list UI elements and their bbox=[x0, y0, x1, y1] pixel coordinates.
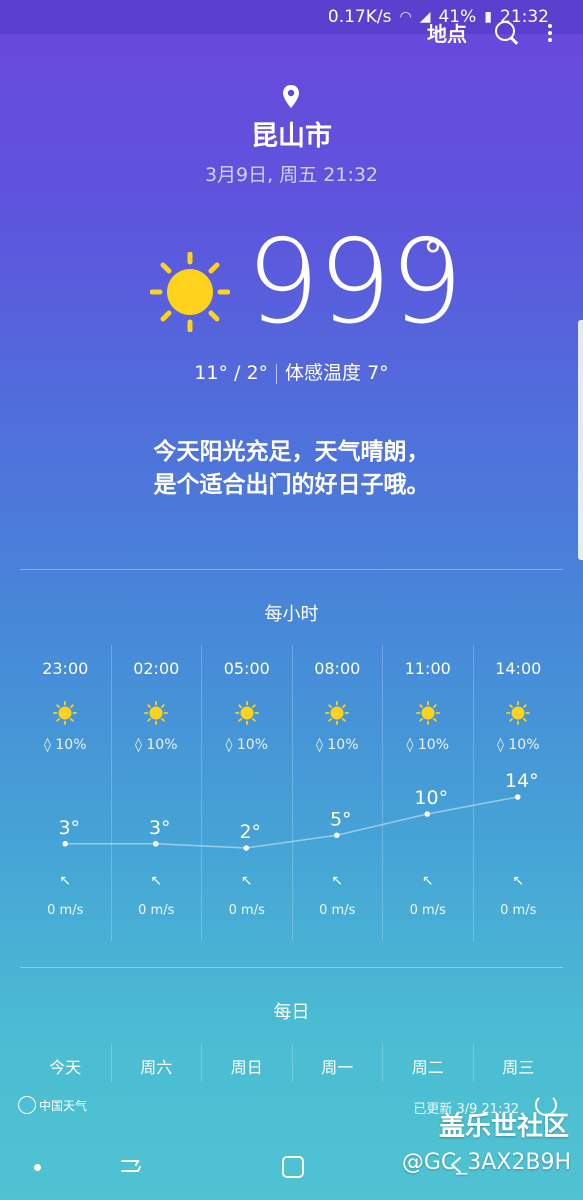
precipitation-value: 10% bbox=[417, 737, 449, 753]
location-pin-icon bbox=[283, 85, 299, 108]
locations-button[interactable]: 地点 bbox=[427, 18, 467, 47]
precipitation-value: 10% bbox=[327, 737, 359, 753]
wifi-icon: ◠ bbox=[399, 9, 412, 25]
description-line-2: 是个适合出门的好日子哦。 bbox=[153, 472, 430, 499]
raindrop-icon: ◊ bbox=[225, 737, 233, 753]
high-low-temperature: 11° / 2° bbox=[194, 362, 269, 384]
hourly-title: 每小时 bbox=[264, 604, 319, 625]
precipitation-value: 10% bbox=[508, 737, 540, 753]
daily-item[interactable]: 周三 bbox=[472, 1044, 564, 1082]
daily-item[interactable]: 今天 bbox=[20, 1044, 111, 1082]
hourly-time: 23:00 bbox=[42, 659, 89, 678]
current-datetime: 3月9日, 周五 21:32 bbox=[204, 164, 379, 186]
wind-direction-icon: ↖ bbox=[421, 873, 434, 889]
hourly-sunny-icon bbox=[234, 701, 259, 725]
more-options-icon[interactable] bbox=[547, 23, 553, 42]
hourly-sunny-icon bbox=[144, 701, 169, 725]
hourly-forecast[interactable]: 23:00 ◊ 10% ↖ 0 m/s 02:00 ◊ 10% ↖ 0 m/s 05:00 ◊ 1… bbox=[20, 645, 563, 941]
range-separator bbox=[276, 363, 278, 384]
divider-bottom bbox=[20, 967, 563, 968]
precipitation-chance: ◊ 10% bbox=[293, 737, 383, 753]
raindrop-icon: ◊ bbox=[406, 737, 414, 753]
hourly-time: 02:00 bbox=[133, 659, 180, 678]
network-speed: 0.17K/s bbox=[327, 7, 392, 27]
description-line-1: 今天阳光充足，天气晴朗， bbox=[153, 439, 430, 465]
hourly-sunny-icon bbox=[325, 701, 350, 725]
wind-speed: 0 m/s bbox=[47, 903, 84, 918]
daily-item[interactable]: 周一 bbox=[291, 1044, 383, 1082]
hourly-item[interactable]: 11:00 ◊ 10% ↖ 0 m/s bbox=[382, 645, 473, 941]
wind-direction-icon: ↖ bbox=[59, 873, 72, 889]
daily-item[interactable]: 周六 bbox=[110, 1044, 202, 1082]
wind-speed: 0 m/s bbox=[409, 903, 446, 918]
precipitation-value: 10% bbox=[236, 737, 268, 753]
hourly-item[interactable]: 08:00 ◊ 10% ↖ 0 m/s bbox=[291, 645, 383, 941]
precipitation-chance: ◊ 10% bbox=[20, 737, 111, 753]
wind-direction-icon: ↖ bbox=[240, 873, 253, 889]
wind-speed: 0 m/s bbox=[319, 903, 356, 918]
wind-speed: 0 m/s bbox=[228, 903, 265, 918]
hourly-time: 14:00 bbox=[495, 659, 542, 678]
china-weather-seal-icon bbox=[18, 1096, 36, 1114]
hourly-item[interactable]: 05:00 ◊ 10% ↖ 0 m/s bbox=[201, 645, 292, 941]
daily-item[interactable]: 周日 bbox=[201, 1044, 292, 1082]
hourly-item[interactable]: 23:00 ◊ 10% ↖ 0 m/s bbox=[20, 645, 111, 941]
sunny-icon bbox=[150, 252, 230, 332]
hourly-time: 11:00 bbox=[404, 659, 451, 678]
weather-description: 今天阳光充足，天气晴朗， 是个适合出门的好日子哦。 bbox=[0, 436, 583, 503]
wind-direction-icon: ↖ bbox=[150, 873, 163, 889]
logo-text: 中国天气 bbox=[39, 1098, 88, 1113]
precipitation-chance: ◊ 10% bbox=[474, 737, 564, 753]
raindrop-icon: ◊ bbox=[44, 737, 51, 753]
hourly-time: 08:00 bbox=[314, 659, 361, 678]
precipitation-chance: ◊ 10% bbox=[112, 737, 202, 753]
hourly-time: 05:00 bbox=[223, 659, 270, 678]
home-button-icon[interactable] bbox=[282, 1156, 304, 1178]
daily-title: 每日 bbox=[273, 1002, 310, 1023]
divider-top bbox=[20, 569, 563, 570]
hourly-sunny-icon bbox=[506, 701, 531, 725]
feels-like-temperature: 体感温度 7° bbox=[285, 362, 389, 384]
top-actions: 地点 bbox=[427, 18, 553, 47]
precipitation-chance: ◊ 10% bbox=[202, 737, 292, 753]
precipitation-value: 10% bbox=[146, 737, 178, 753]
back-icon[interactable] bbox=[446, 1154, 468, 1176]
nav-dot-icon[interactable] bbox=[34, 1164, 41, 1171]
degree-symbol: ° bbox=[423, 234, 443, 280]
navigation-bar bbox=[0, 1136, 583, 1200]
wind-speed: 0 m/s bbox=[138, 903, 175, 918]
temperature-range: 11° / 2° 体感温度 7° bbox=[0, 358, 583, 385]
hourly-item[interactable]: 14:00 ◊ 10% ↖ 0 m/s bbox=[472, 645, 564, 941]
city-name[interactable]: 昆山市 bbox=[0, 114, 583, 153]
daily-forecast[interactable]: 今天 周六 周日 周一 周二 周三 bbox=[20, 1044, 563, 1082]
hourly-sunny-icon bbox=[415, 701, 440, 725]
precipitation-chance: ◊ 10% bbox=[383, 737, 473, 753]
search-icon[interactable] bbox=[495, 20, 519, 45]
raindrop-icon: ◊ bbox=[135, 737, 142, 753]
china-weather-logo[interactable]: 中国天气 bbox=[18, 1096, 87, 1114]
wind-direction-icon: ↖ bbox=[331, 873, 344, 889]
raindrop-icon: ◊ bbox=[316, 737, 323, 753]
recent-apps-icon[interactable] bbox=[118, 1156, 142, 1178]
wind-speed: 0 m/s bbox=[500, 903, 537, 918]
wind-direction-icon: ↖ bbox=[512, 873, 525, 889]
hourly-item[interactable]: 02:00 ◊ 10% ↖ 0 m/s bbox=[110, 645, 202, 941]
precipitation-value: 10% bbox=[55, 737, 87, 753]
raindrop-icon: ◊ bbox=[497, 737, 504, 753]
hourly-sunny-icon bbox=[53, 701, 78, 725]
daily-item[interactable]: 周二 bbox=[382, 1044, 473, 1082]
